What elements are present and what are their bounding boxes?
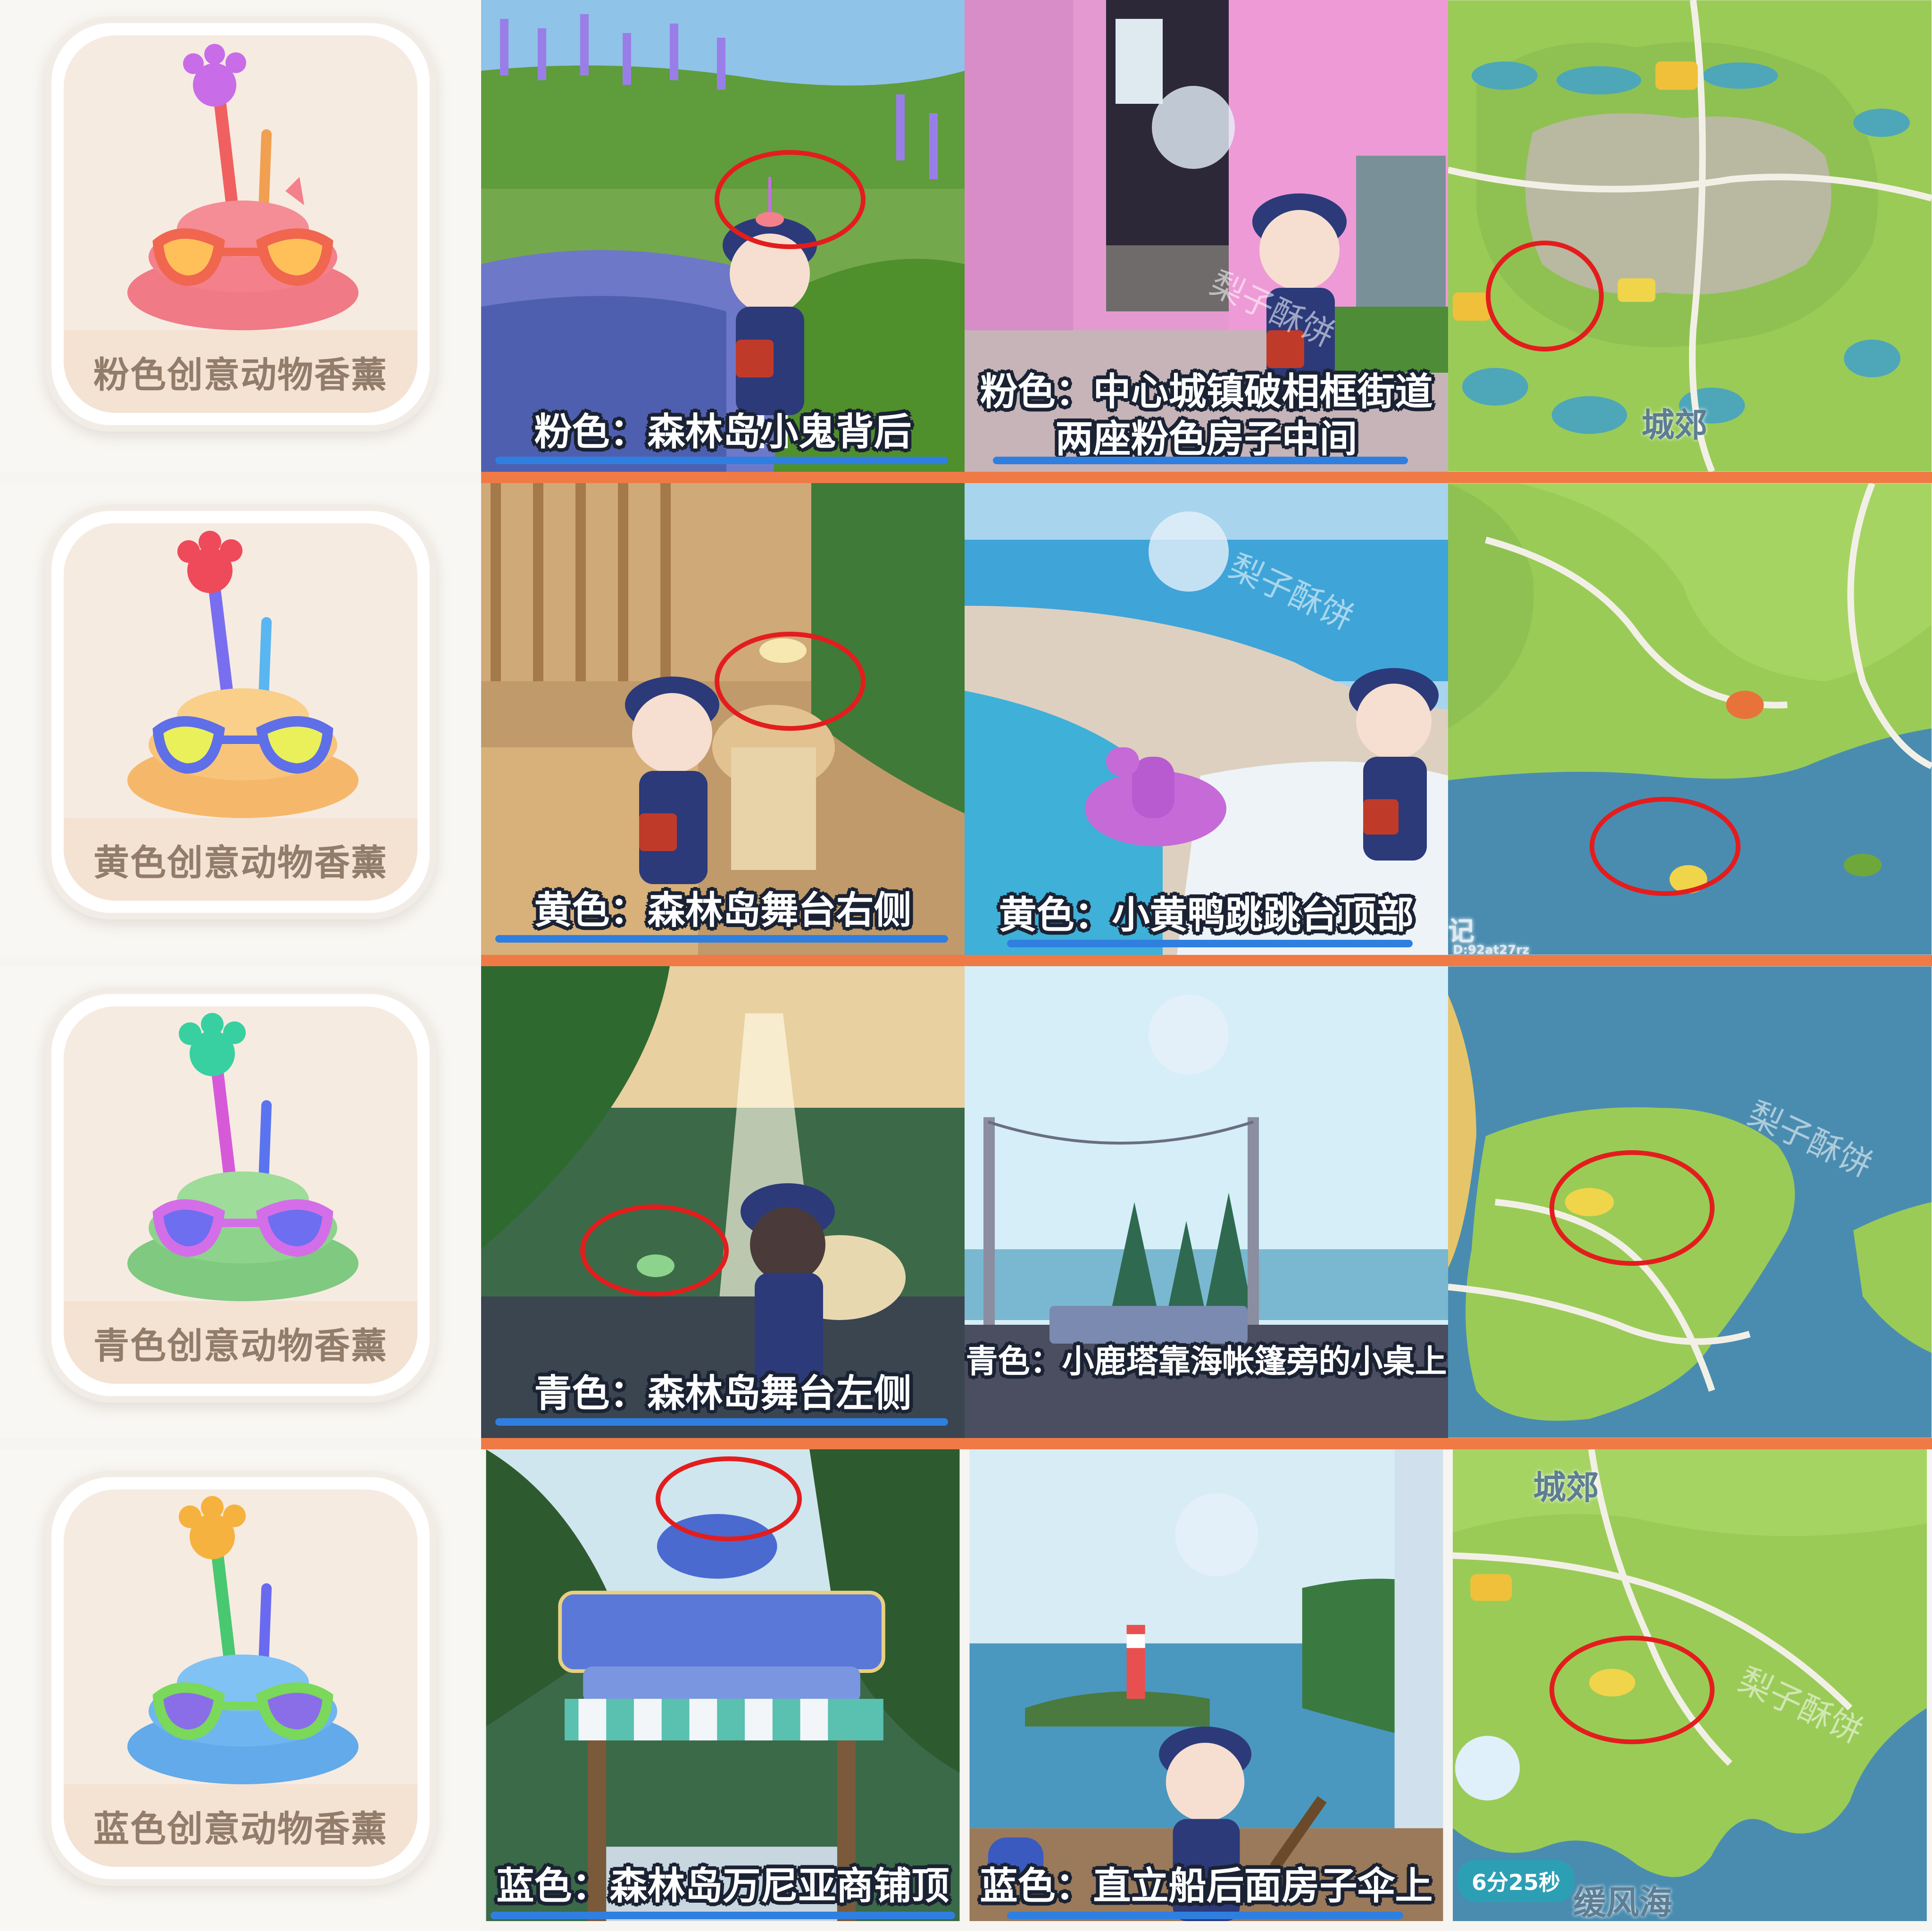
map-upright-boat: 城郊 缓风海 6分25秒 xyxy=(1448,1449,1932,1931)
item-column: 粉色创意动物香薰 xyxy=(0,0,481,472)
location-marker xyxy=(1590,797,1740,896)
item-name: 青色创意动物香薰 xyxy=(64,1301,417,1384)
location-marker xyxy=(1549,1636,1715,1744)
scene-caption: 黄色：小黄鸭跳跳台顶部 xyxy=(999,893,1414,937)
map-town: 城郊 xyxy=(1448,0,1932,472)
location-marker xyxy=(1486,241,1604,351)
scene-caption: 黄色：森林岛舞台右侧 xyxy=(534,888,912,932)
scene-caption-line2: 两座粉色房子中间 xyxy=(1055,417,1357,461)
item-column: 蓝色创意动物香薰 xyxy=(0,1449,481,1931)
item-name: 粉色创意动物香薰 xyxy=(64,330,417,413)
item-card[interactable]: 蓝色创意动物香薰 xyxy=(45,1471,436,1886)
yellow-aroma-icon xyxy=(127,531,358,818)
scene-forest-stage-left: 青色：森林岛舞台左侧 xyxy=(481,966,965,1438)
scene-town-photo-street: 粉色：中心城镇破相框街道 两座粉色房子中间 xyxy=(965,0,1448,472)
scene-deer-tower-tent: 青色：小鹿塔靠海帐篷旁的小桌上 xyxy=(965,966,1448,1438)
guide-grid: 粉色创意动物香薰 粉色：森林岛小鬼背后 粉色：中心城镇破相框街道 两座粉色房子中… xyxy=(0,0,1932,1931)
row-pink: 粉色创意动物香薰 粉色：森林岛小鬼背后 粉色：中心城镇破相框街道 两座粉色房子中… xyxy=(0,0,1932,472)
map-timer: 6分25秒 xyxy=(1457,1860,1575,1902)
item-card[interactable]: 黄色创意动物香薰 xyxy=(45,504,436,920)
scene-upright-boat-house: 蓝色：直立船后面房子伞上 xyxy=(965,1449,1448,1931)
scene-forest-stage-right: 黄色：森林岛舞台右侧 xyxy=(481,483,965,955)
item-column: 黄色创意动物香薰 xyxy=(0,483,481,955)
scene-caption: 蓝色：直立船后面房子伞上 xyxy=(980,1864,1433,1908)
item-column: 青色创意动物香薰 xyxy=(0,966,481,1438)
item-name: 蓝色创意动物香薰 xyxy=(64,1784,417,1867)
row-separator xyxy=(481,1438,1932,1449)
row-separator xyxy=(481,472,1932,483)
row-yellow: 黄色创意动物香薰 黄色：森林岛舞台右侧 黄色：小黄鸭跳跳台顶部 记 D:92at… xyxy=(0,483,1932,955)
map-text: 记 xyxy=(1448,916,1474,947)
pink-aroma-icon xyxy=(127,44,358,330)
location-marker xyxy=(715,632,866,731)
scene-caption-line1: 粉色：中心城镇破相框街道 xyxy=(980,370,1433,414)
item-card[interactable]: 青色创意动物香薰 xyxy=(45,987,436,1403)
item-card[interactable]: 粉色创意动物香薰 xyxy=(45,17,436,432)
scene-forest-island-ghost: 粉色：森林岛小鬼背后 xyxy=(481,0,965,472)
location-marker xyxy=(656,1456,802,1541)
scene-caption: 青色：小鹿塔靠海帐篷旁的小桌上 xyxy=(966,1343,1447,1380)
location-marker xyxy=(1549,1150,1715,1266)
row-separator xyxy=(481,955,1932,966)
location-marker xyxy=(715,150,866,249)
map-sea-label: 缓风海 xyxy=(1573,1883,1672,1922)
location-marker xyxy=(580,1204,729,1296)
map-deer-tower xyxy=(1448,966,1932,1438)
map-area-label: 城郊 xyxy=(1641,406,1707,444)
scene-vanya-shop: 蓝色：森林岛万尼亚商铺顶 xyxy=(481,1449,965,1931)
cyan-aroma-icon xyxy=(127,1013,358,1301)
blue-aroma-icon xyxy=(127,1496,358,1784)
item-name: 黄色创意动物香薰 xyxy=(64,818,417,901)
scene-caption: 青色：森林岛舞台左侧 xyxy=(534,1371,912,1415)
scene-caption: 粉色：森林岛小鬼背后 xyxy=(534,410,912,454)
map-code: D:92at27rz xyxy=(1453,943,1530,955)
row-blue: 蓝色创意动物香薰 蓝色：森林岛万尼亚商铺顶 蓝色：直立船后面房子伞上 城郊 缓风… xyxy=(0,1449,1932,1931)
row-cyan: 青色创意动物香薰 青色：森林岛舞台左侧 青色：小鹿塔靠海帐篷旁的小桌上 xyxy=(0,966,1932,1438)
map-forest-island: 记 D:92at27rz xyxy=(1448,483,1932,955)
scene-duck-jump-platform: 黄色：小黄鸭跳跳台顶部 xyxy=(965,483,1448,955)
character-back xyxy=(741,1183,835,1391)
scene-caption: 蓝色：森林岛万尼亚商铺顶 xyxy=(496,1864,949,1908)
map-area-label: 城郊 xyxy=(1533,1468,1599,1507)
